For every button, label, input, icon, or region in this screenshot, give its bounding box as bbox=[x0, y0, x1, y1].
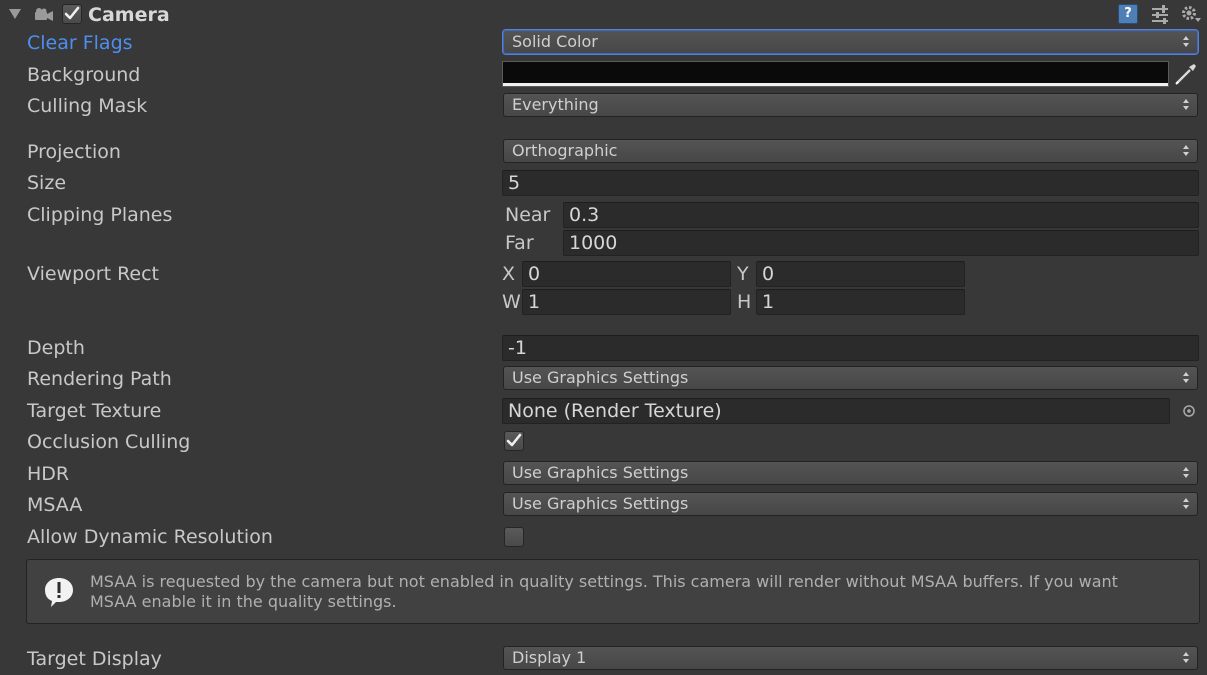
clear-flags-label: Clear Flags bbox=[27, 32, 133, 54]
help-icon[interactable]: ? bbox=[1118, 4, 1138, 24]
near-label: Near bbox=[505, 204, 551, 226]
clear-flags-dropdown[interactable]: Solid Color bbox=[503, 30, 1198, 54]
msaa-dropdown[interactable]: Use Graphics Settings bbox=[503, 492, 1198, 516]
allow-dynamic-resolution-checkbox[interactable] bbox=[504, 527, 524, 547]
far-label: Far bbox=[505, 232, 534, 254]
viewport-y-label: Y bbox=[737, 263, 749, 285]
target-display-value: Display 1 bbox=[512, 648, 587, 667]
warning-text-line-2: MSAA enable it in the quality settings. bbox=[90, 592, 397, 611]
dropdown-arrow-icon bbox=[1183, 98, 1190, 112]
size-label: Size bbox=[27, 172, 67, 194]
hdr-label: HDR bbox=[27, 463, 70, 485]
msaa-value: Use Graphics Settings bbox=[512, 494, 689, 513]
occlusion-culling-label: Occlusion Culling bbox=[27, 431, 191, 453]
occlusion-culling-checkbox[interactable] bbox=[504, 431, 524, 451]
viewport-h-field[interactable]: 1 bbox=[756, 289, 965, 315]
object-picker-icon[interactable] bbox=[1182, 403, 1196, 417]
culling-mask-label: Culling Mask bbox=[27, 95, 148, 117]
culling-mask-dropdown[interactable]: Everything bbox=[503, 93, 1198, 117]
viewport-w-label: W bbox=[502, 291, 521, 313]
dropdown-arrow-icon bbox=[1183, 371, 1190, 385]
dropdown-arrow-icon bbox=[1183, 466, 1190, 480]
enabled-checkbox[interactable] bbox=[62, 4, 82, 24]
hdr-value: Use Graphics Settings bbox=[512, 463, 689, 482]
dropdown-arrow-icon bbox=[1183, 35, 1190, 49]
background-color-field[interactable] bbox=[502, 61, 1169, 87]
msaa-warning-box: MSAA is requested by the camera but not … bbox=[26, 559, 1200, 624]
size-field[interactable]: 5 bbox=[502, 170, 1199, 196]
target-texture-field[interactable]: None (Render Texture) bbox=[502, 398, 1170, 424]
projection-dropdown[interactable]: Orthographic bbox=[503, 139, 1198, 163]
dropdown-arrow-icon bbox=[1183, 497, 1190, 511]
color-alpha-bar bbox=[503, 83, 1168, 86]
dropdown-arrow-icon bbox=[1183, 144, 1190, 158]
viewport-x-field[interactable]: 0 bbox=[522, 261, 731, 287]
near-field[interactable]: 0.3 bbox=[563, 202, 1199, 228]
dropdown-arrow-icon bbox=[1183, 651, 1190, 665]
far-field[interactable]: 1000 bbox=[563, 230, 1199, 256]
rendering-path-label: Rendering Path bbox=[27, 368, 172, 390]
depth-field[interactable]: -1 bbox=[502, 335, 1199, 361]
projection-label: Projection bbox=[27, 141, 121, 163]
depth-label: Depth bbox=[27, 337, 85, 359]
clear-flags-value: Solid Color bbox=[512, 32, 598, 51]
msaa-label: MSAA bbox=[27, 494, 83, 516]
projection-value: Orthographic bbox=[512, 141, 618, 160]
camera-icon bbox=[31, 6, 55, 24]
warning-icon bbox=[43, 576, 75, 608]
rendering-path-dropdown[interactable]: Use Graphics Settings bbox=[503, 366, 1198, 390]
foldout-arrow-icon[interactable] bbox=[9, 9, 21, 19]
eyedropper-icon[interactable] bbox=[1174, 62, 1198, 86]
clipping-planes-label: Clipping Planes bbox=[27, 204, 173, 226]
allow-dynamic-resolution-label: Allow Dynamic Resolution bbox=[27, 526, 273, 548]
culling-mask-value: Everything bbox=[512, 95, 599, 114]
gear-icon[interactable] bbox=[1180, 4, 1202, 24]
viewport-y-field[interactable]: 0 bbox=[756, 261, 965, 287]
viewport-h-label: H bbox=[737, 291, 752, 313]
target-display-dropdown[interactable]: Display 1 bbox=[503, 646, 1198, 670]
viewport-w-field[interactable]: 1 bbox=[522, 289, 731, 315]
background-label: Background bbox=[27, 64, 141, 86]
target-display-label: Target Display bbox=[27, 648, 162, 670]
hdr-dropdown[interactable]: Use Graphics Settings bbox=[503, 461, 1198, 485]
viewport-x-label: X bbox=[502, 263, 516, 285]
rendering-path-value: Use Graphics Settings bbox=[512, 368, 689, 387]
viewport-rect-label: Viewport Rect bbox=[27, 263, 160, 285]
presets-icon[interactable] bbox=[1150, 4, 1170, 24]
target-texture-label: Target Texture bbox=[27, 400, 162, 422]
warning-text-line-1: MSAA is requested by the camera but not … bbox=[90, 572, 1118, 591]
component-title: Camera bbox=[88, 4, 170, 26]
component-header: Camera ? bbox=[0, 0, 1207, 30]
